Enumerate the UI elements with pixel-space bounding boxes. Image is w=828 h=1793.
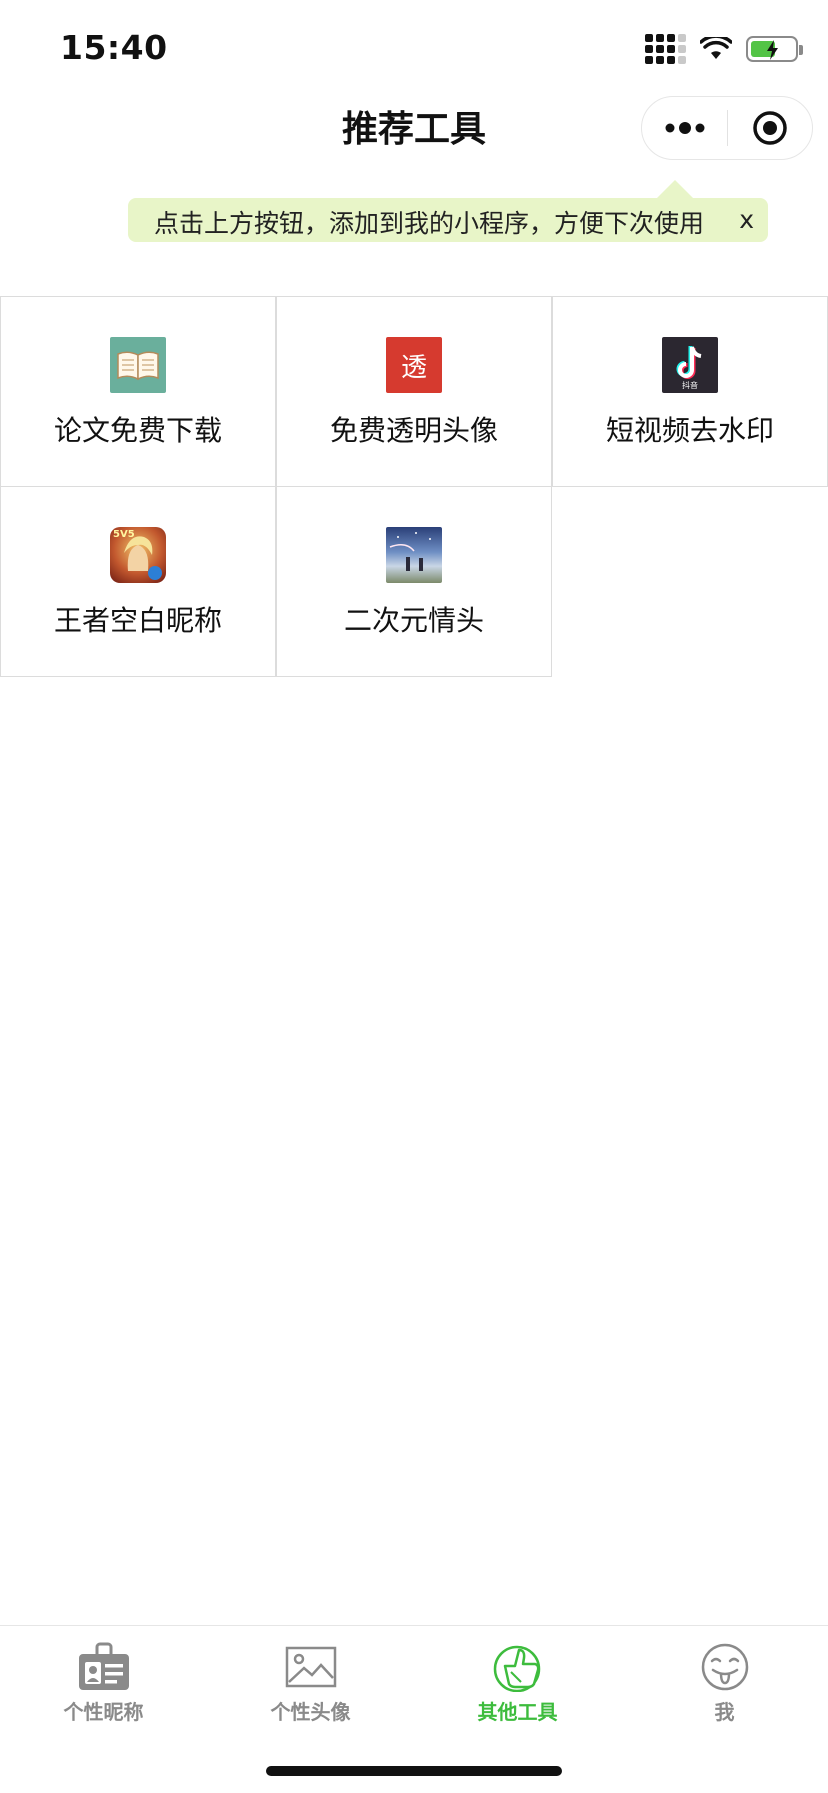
anime-scene-icon: [386, 527, 442, 583]
status-time: 15:40: [60, 28, 168, 67]
tip-arrow: [657, 180, 693, 198]
more-button[interactable]: [642, 97, 727, 159]
tool-remove-watermark[interactable]: 抖音 短视频去水印: [552, 296, 828, 487]
douyin-caption: 抖音: [682, 381, 698, 390]
tip-text: 点击上方按钮，添加到我的小程序，方便下次使用: [154, 209, 705, 238]
add-miniprogram-tip: 点击上方按钮，添加到我的小程序，方便下次使用 x: [128, 180, 768, 242]
tab-label: 个性头像: [270, 1700, 351, 1724]
tab-label: 其他工具: [477, 1700, 558, 1724]
tou-character-icon: 透: [386, 337, 442, 393]
tab-avatar[interactable]: 个性头像: [207, 1636, 414, 1736]
cellular-signal-icon: [645, 34, 686, 64]
tip-close-button[interactable]: x: [739, 205, 754, 234]
battery-charging-icon: [746, 36, 803, 62]
thumbs-up-icon: [493, 1645, 541, 1692]
wifi-icon: [700, 37, 732, 59]
status-bar: 15:40: [0, 0, 828, 96]
hok-badge: 5V5: [113, 529, 135, 540]
tool-label: 论文免费下载: [53, 414, 222, 447]
miniprogram-capsule: [641, 96, 813, 160]
tool-label: 王者空白昵称: [53, 604, 222, 637]
tool-label: 二次元情头: [343, 604, 484, 637]
tool-transparent-avatar[interactable]: 透 免费透明头像: [276, 296, 552, 487]
tongue-face-icon: [701, 1643, 749, 1691]
tool-blank-nickname[interactable]: 5V5 王者空白昵称: [0, 486, 276, 677]
id-card-icon: [79, 1642, 129, 1690]
tool-paper-download[interactable]: 论文免费下载: [0, 296, 276, 487]
tab-other-tools[interactable]: 其他工具: [414, 1636, 621, 1736]
tool-anime-couple-avatar[interactable]: 二次元情头: [276, 486, 552, 677]
douyin-icon: 抖音: [662, 337, 718, 393]
tab-label: 我: [714, 1700, 735, 1724]
honor-of-kings-icon: 5V5: [110, 527, 166, 583]
tab-nickname[interactable]: 个性昵称: [0, 1636, 207, 1736]
target-close-icon: [753, 111, 787, 145]
close-miniprogram-button[interactable]: [728, 97, 812, 159]
tou-glyph: 透: [400, 352, 427, 383]
tab-label: 个性昵称: [63, 1700, 144, 1724]
status-icons: [645, 34, 803, 64]
image-icon: [285, 1646, 337, 1688]
tool-label: 免费透明头像: [329, 414, 498, 447]
tab-me[interactable]: 我: [621, 1636, 828, 1736]
home-indicator: [266, 1766, 562, 1776]
more-dots-icon: [665, 122, 704, 134]
tool-label: 短视频去水印: [605, 414, 774, 447]
open-book-icon: [110, 337, 166, 393]
